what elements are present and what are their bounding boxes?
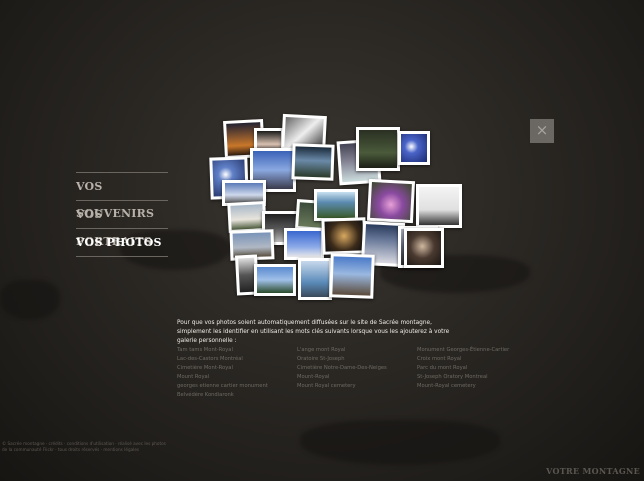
keyword-tag[interactable]: Mount Royal cemetery	[297, 382, 417, 391]
tag-column: L'ange mont Royal Oratoire St-Joseph Cim…	[297, 346, 417, 400]
keyword-tag[interactable]: Cimetière Notre-Dame-Des-Neiges	[297, 364, 417, 373]
photo-thumbnail[interactable]	[298, 258, 332, 300]
photo-thumbnail[interactable]	[291, 143, 335, 181]
photo-thumbnail[interactable]	[366, 178, 416, 224]
photo-thumbnail[interactable]	[329, 253, 375, 299]
keyword-tag[interactable]: georges etienne cartier monument	[177, 382, 297, 391]
photo-thumbnail[interactable]	[404, 228, 444, 268]
keyword-tag[interactable]: Croix mont Royal	[417, 355, 537, 364]
photo-thumbnail[interactable]	[321, 217, 367, 255]
keyword-tag[interactable]: Mount-Royal	[297, 373, 417, 382]
keyword-tag[interactable]: Mount Royal	[177, 373, 297, 382]
photo-thumbnail[interactable]	[356, 127, 400, 171]
keyword-tag[interactable]: Lac-des-Castors Montréal	[177, 355, 297, 364]
keyword-tag[interactable]: Tam tams Mont-Royal	[177, 346, 297, 355]
keyword-tag[interactable]: St-Joseph Oratory Montreal	[417, 373, 537, 382]
photo-thumbnail[interactable]	[398, 131, 430, 165]
keyword-tag[interactable]: Cimetière Mont-Royal	[177, 364, 297, 373]
keyword-tag[interactable]: Belvédère Kondiaronk	[177, 391, 297, 400]
keyword-tag[interactable]: Oratoire St-Joseph	[297, 355, 417, 364]
keyword-tag[interactable]: Parc du mont Royal	[417, 364, 537, 373]
photo-thumbnail[interactable]	[314, 189, 358, 221]
keyword-tag[interactable]: Monument Georges-Étienne-Cartier	[417, 346, 537, 355]
keywords-instructions: Pour que vos photos soient automatiqueme…	[177, 320, 450, 344]
photo-thumbnail[interactable]	[254, 264, 296, 296]
photo-thumbnail[interactable]	[416, 184, 462, 228]
tag-column: Monument Georges-Étienne-Cartier Croix m…	[417, 346, 537, 400]
keyword-tag[interactable]: Mount-Royal cemetery	[417, 382, 537, 391]
keyword-tag[interactable]: L'ange mont Royal	[297, 346, 417, 355]
keyword-tags: Tam tams Mont-Royal Lac-des-Castors Mont…	[177, 346, 537, 400]
photo-thumbnail[interactable]	[227, 201, 267, 233]
photo-collage	[0, 0, 644, 481]
tag-column: Tam tams Mont-Royal Lac-des-Castors Mont…	[177, 346, 297, 400]
brand-logo-text[interactable]: VOTRE MONTAGNE	[546, 466, 640, 476]
footer-credits: © Sacrée montagne · crédits · conditions…	[2, 441, 166, 452]
photo-thumbnail[interactable]	[284, 228, 324, 260]
